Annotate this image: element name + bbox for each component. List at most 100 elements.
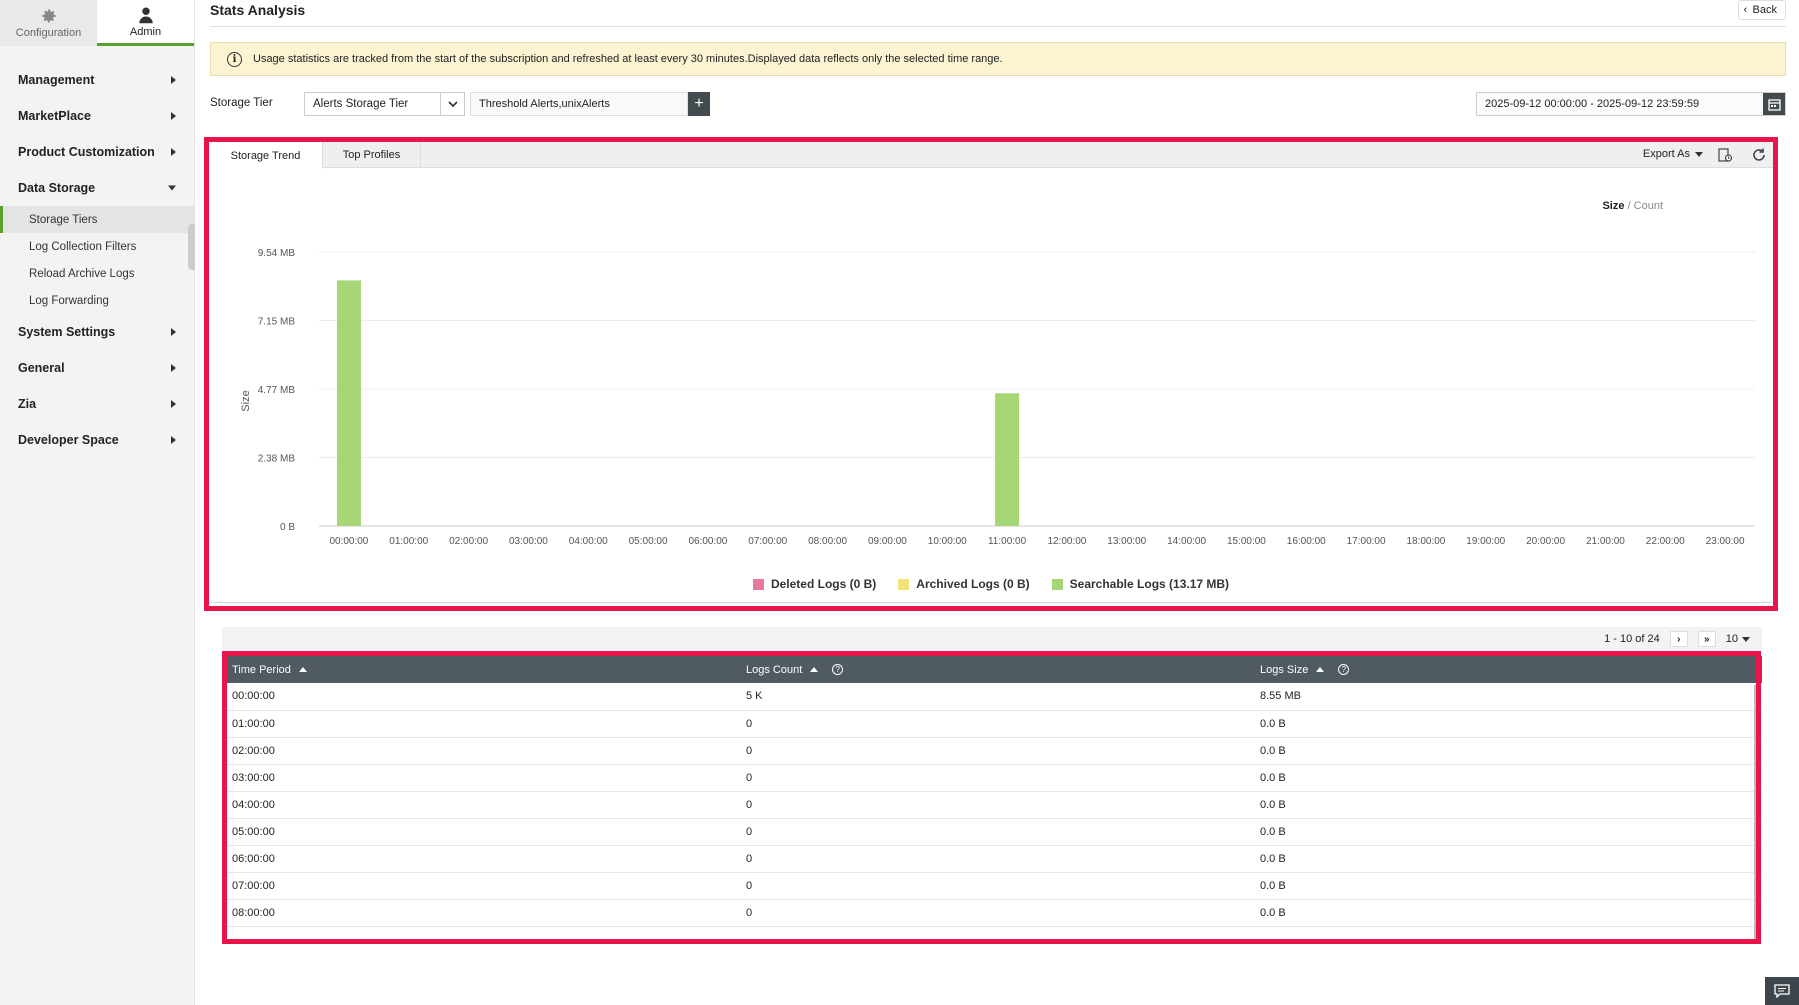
x-tick-label: 14:00:00 [1167,536,1206,547]
cell-logs-count: 0 [736,737,1250,765]
cell-logs-count: 0 [736,899,1250,927]
storage-trend-chart: 0 B 2.38 MB 4.77 MB 7.15 MB 9.54 MB Size 00:00… [240,248,1755,547]
tab-configuration[interactable]: Configuration [0,0,97,46]
sidebar-item-general[interactable]: General [0,350,194,386]
profiles-input[interactable]: Threshold Alerts,unixAlerts [470,92,688,116]
y-tick-label: 4.77 MB [258,385,296,396]
column-label: Logs Size [1260,663,1309,676]
back-button[interactable]: ‹ Back [1737,0,1786,20]
date-range-input[interactable]: 2025-09-12 00:00:00 - 2025-09-12 23:59:5… [1476,92,1786,116]
chevron-right-icon [171,364,176,372]
user-icon [138,7,153,23]
gear-icon [41,9,56,23]
size-count-toggle[interactable]: Size / Count [1602,200,1663,212]
help-icon[interactable]: ? [1338,664,1350,676]
pagination: 1 - 10 of 24 › » 10 [1604,631,1750,647]
x-tick-label: 10:00:00 [928,536,967,547]
x-tick-label: 00:00:00 [329,536,368,547]
sidebar-subitem-log-forwarding[interactable]: Log Forwarding [0,287,194,314]
cell-logs-count: 0 [736,710,1250,738]
last-page-button[interactable]: » [1697,631,1716,647]
cell-logs-size: 8.55 MB [1250,683,1762,711]
sidebar-item-label: Zia [18,397,37,411]
toggle-size[interactable]: Size [1602,200,1624,212]
x-tick-label: 01:00:00 [389,536,428,547]
calendar-icon[interactable] [1763,93,1785,115]
cell-time-period: 07:00:00 [222,872,736,900]
cell-logs-size: 0.0 B [1250,791,1762,819]
column-logs-size[interactable]: Logs Size? [1250,656,1762,683]
notice-text: Usage statistics are tracked from the st… [253,53,1003,65]
info-notice: i Usage statistics are tracked from the … [210,42,1786,76]
per-page-select[interactable]: 10 [1726,633,1750,645]
refresh-icon[interactable] [1751,147,1767,163]
legend-swatch [898,578,910,590]
cell-time-period: 03:00:00 [222,764,736,792]
chevron-left-icon: ‹ [1743,4,1748,16]
sidebar-nav: Management MarketPlace Product Customiza… [0,46,194,458]
sidebar-item-system-settings[interactable]: System Settings [0,314,194,350]
legend-item[interactable]: Searchable Logs (13.17 MB) [1051,577,1229,591]
tab-storage-trend[interactable]: Storage Trend [209,142,323,169]
cell-logs-count: 0 [736,818,1250,846]
sidebar-item-developer-space[interactable]: Developer Space [0,422,194,458]
toggle-count[interactable]: Count [1634,200,1663,212]
chevron-right-icon [171,328,176,336]
x-tick-label: 08:00:00 [808,536,847,547]
x-tick-label: 22:00:00 [1646,536,1685,547]
x-tick-label: 11:00:00 [988,536,1027,547]
cell-time-period: 01:00:00 [222,710,736,738]
page-title: Stats Analysis [210,2,306,18]
legend-label: Deleted Logs (0 B) [770,577,877,591]
x-tick-label: 12:00:00 [1047,536,1086,547]
sidebar-item-data-storage[interactable]: Data Storage [0,170,194,206]
x-tick-label: 07:00:00 [748,536,787,547]
main-content: Stats Analysis ‹ Back i Usage statistics … [196,0,1799,1005]
chevron-right-icon [171,400,176,408]
sort-asc-icon[interactable] [298,667,307,673]
sidebar-subitem-reload-archive-logs[interactable]: Reload Archive Logs [0,260,194,287]
cell-logs-size: 0.0 B [1250,845,1762,873]
sidebar-item-zia[interactable]: Zia [0,386,194,422]
x-tick-label: 02:00:00 [449,536,488,547]
legend-item[interactable]: Archived Logs (0 B) [898,577,1030,591]
bar [336,280,361,526]
table-row: 07:00:00 0 0.0 B [222,872,1762,900]
y-axis-label: Size [240,390,252,411]
sidebar-subitem-log-collection-filters[interactable]: Log Collection Filters [0,233,194,260]
sort-asc-icon[interactable] [1316,667,1325,673]
chat-icon [1774,984,1790,998]
page-header: Stats Analysis ‹ Back [210,0,1786,27]
column-time-period[interactable]: Time Period [222,656,736,683]
tab-admin[interactable]: Admin [97,0,194,46]
next-page-button[interactable]: › [1669,631,1688,647]
chevron-right-icon [171,76,176,84]
help-icon[interactable]: ? [832,664,844,676]
sidebar-subitem-storage-tiers[interactable]: Storage Tiers [0,206,194,233]
sidebar-item-label: General [18,361,65,375]
legend-item[interactable]: Deleted Logs (0 B) [752,577,877,591]
sidebar-item-product-customization[interactable]: Product Customization [0,134,194,170]
table-scrollbar[interactable] [1754,684,1759,942]
sidebar-item-marketplace[interactable]: MarketPlace [0,98,194,134]
top-tabs: Configuration Admin [0,0,194,46]
pager-bar: 1 - 10 of 24 › » 10 [222,627,1762,651]
storage-tier-select[interactable]: Alerts Storage Tier [304,92,465,116]
schedule-report-icon[interactable] [1717,147,1733,163]
sidebar-collapse-handle[interactable] [188,224,195,270]
back-label: Back [1752,4,1777,16]
pager-text: 1 - 10 of 24 [1604,633,1660,645]
tab-top-profiles[interactable]: Top Profiles [323,142,421,168]
cell-logs-count: 5 K [736,683,1250,711]
column-logs-count[interactable]: Logs Count? [736,656,1250,683]
sidebar-item-management[interactable]: Management [0,62,194,98]
sidebar-item-label: System Settings [18,325,116,339]
y-tick-label: 2.38 MB [258,454,296,465]
cell-logs-count: 0 [736,845,1250,873]
table-row: 01:00:00 0 0.0 B [222,710,1762,738]
legend-label: Archived Logs (0 B) [916,577,1030,591]
chat-button[interactable] [1765,977,1799,1005]
sort-asc-icon[interactable] [810,667,819,673]
export-as-button[interactable]: Export As [1643,148,1703,160]
add-profile-button[interactable]: + [688,92,710,116]
